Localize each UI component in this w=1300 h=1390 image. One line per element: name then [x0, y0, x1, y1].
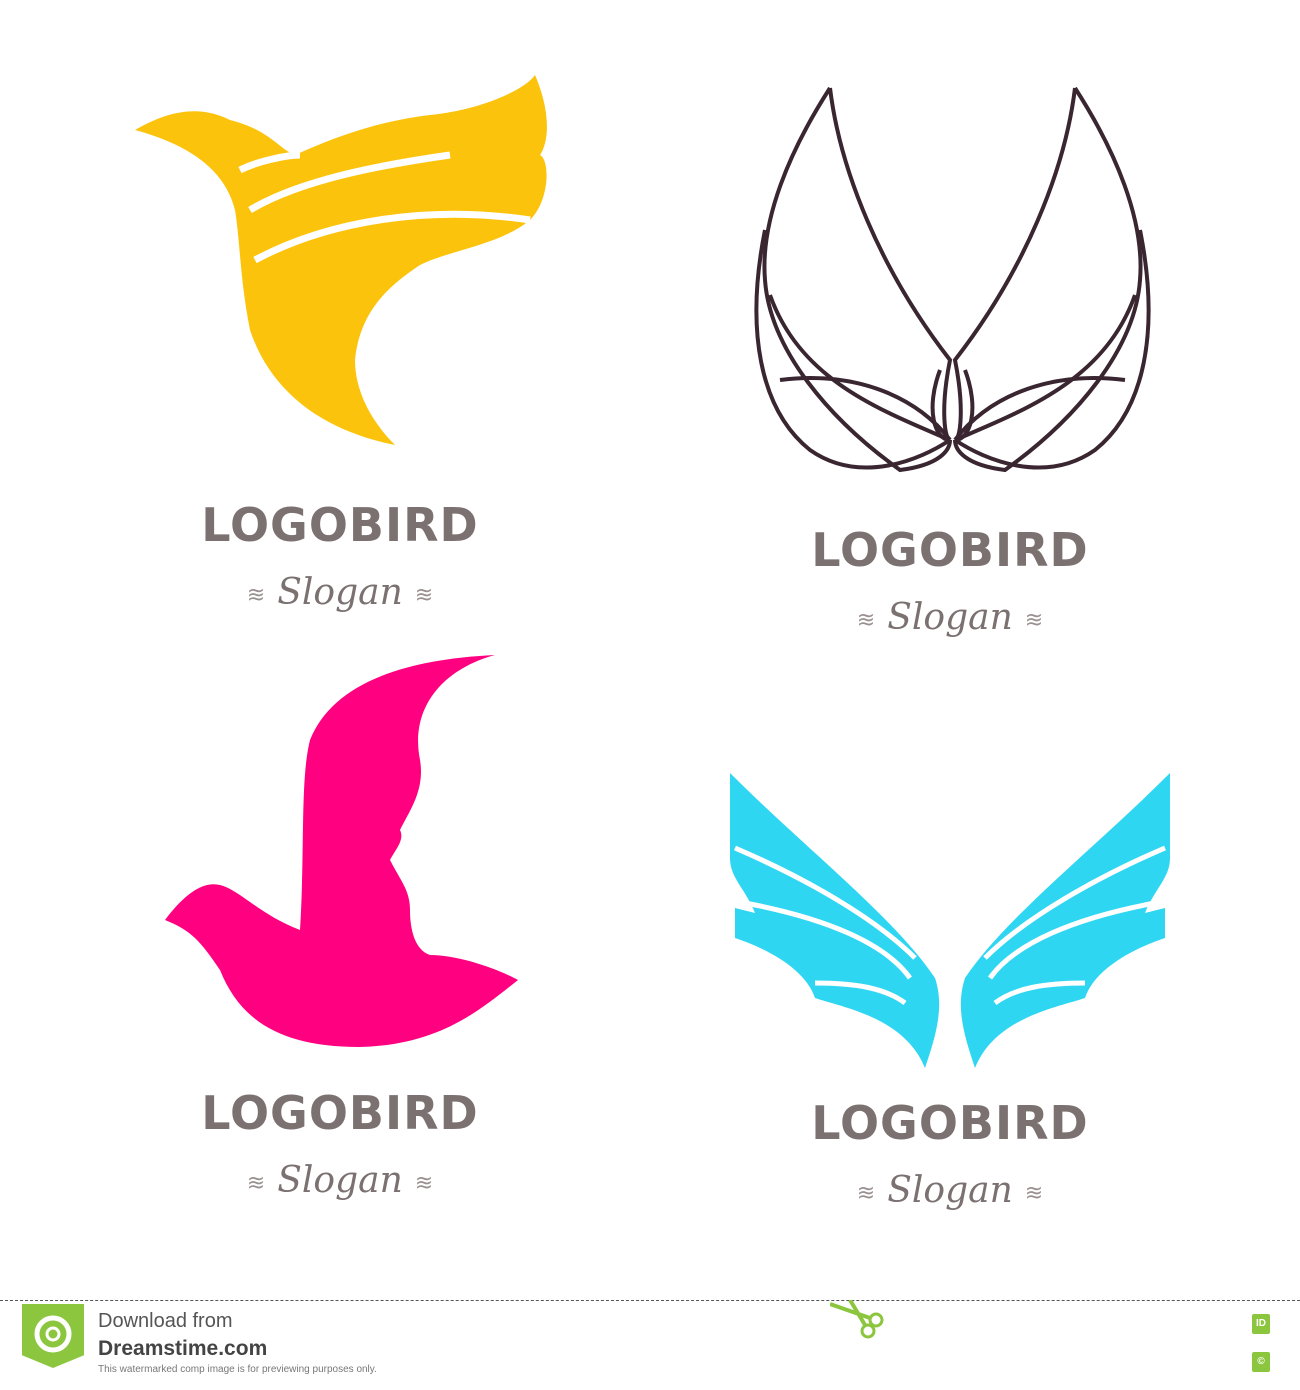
logo-name: LOGOBIRD — [811, 1096, 1089, 1150]
blue-wings-logo — [730, 773, 1170, 1068]
dreamstime-logo-icon — [22, 1304, 84, 1368]
logo-name: LOGOBIRD — [201, 1086, 479, 1140]
download-from-text: Download from — [98, 1310, 233, 1332]
pink-dove-logo — [165, 655, 518, 1047]
logo-slogan: ≋ Slogan ≋ — [246, 1160, 434, 1201]
logo-slogan: ≋ Slogan ≋ — [246, 572, 434, 613]
footer-divider — [0, 1300, 1300, 1301]
watermark-notice: This watermarked comp image is for previ… — [98, 1364, 377, 1375]
dreamstime-link[interactable]: Dreamstime.com — [98, 1337, 267, 1361]
outline-wings-logo — [754, 86, 1151, 473]
yellow-bird-logo — [135, 75, 547, 445]
logo-name: LOGOBIRD — [201, 498, 479, 552]
logo-name: LOGOBIRD — [811, 523, 1089, 577]
copyright-badge[interactable]: © — [1252, 1352, 1270, 1372]
id-badge[interactable]: ID — [1252, 1314, 1270, 1334]
logo-slogan: ≋ Slogan ≋ — [856, 597, 1044, 638]
logo-slogan: ≋ Slogan ≋ — [856, 1170, 1044, 1211]
scissors-icon — [830, 1300, 884, 1339]
